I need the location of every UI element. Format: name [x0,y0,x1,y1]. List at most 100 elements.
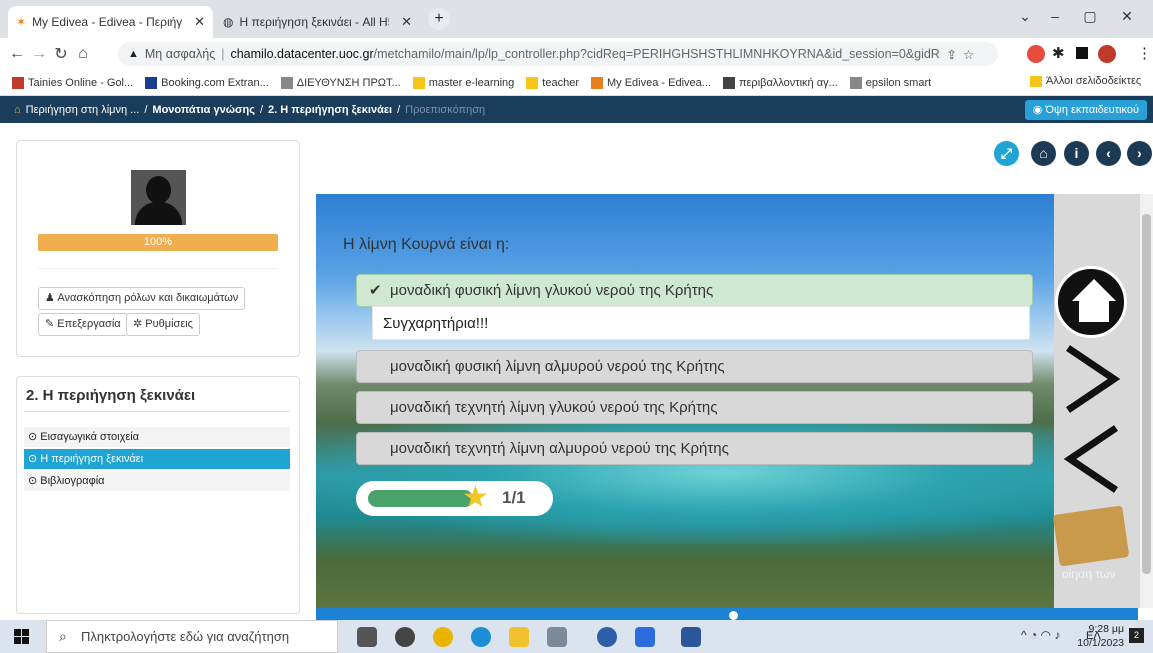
house-shape [1079,300,1109,322]
progress-label: 100% [143,236,173,248]
fullscreen-icon[interactable]: ⤢ [994,141,1019,166]
scrollbar[interactable] [1140,194,1153,608]
forward-icon[interactable]: → [28,45,50,63]
scrollbar-thumb[interactable] [1142,214,1151,574]
bookmark-item[interactable]: ΔΙΕΥΘΥΝΣΗ ΠΡΩΤ... [280,76,401,89]
clock[interactable]: 9:28 μμ 10/1/2023 [1064,622,1124,650]
url-input[interactable]: ▲ Μη ασφαλής | chamilo.datacenter.uoc.gr… [118,42,998,66]
teacher-view-button[interactable]: ◉ Όψη εκπαιδευτικού [1024,100,1147,120]
word-icon[interactable] [681,627,701,647]
avatar [131,170,186,225]
browser-tab-bar: ✶ My Edivea - Edivea - Περιήγηση ✕ ◍ Η π… [0,0,1153,38]
answer-option-4[interactable]: μοναδική τεχνητή λίμνη αλμυρού νερού της… [356,432,1033,465]
edit-button-label: Επεξεργασία [57,318,121,330]
bookmark-label: ΔΙΕΥΘΥΝΣΗ ΠΡΩΤ... [296,76,401,89]
bookmark-icon [849,76,862,89]
toc-item-tour[interactable]: ⊙ Η περιήγηση ξεκινάει [24,449,290,469]
edit-button[interactable]: ✎ Επεξεργασία [38,313,128,336]
answer-text: μοναδική φυσική λίμνη γλυκού νερού της Κ… [390,282,714,299]
tab-my-edivea[interactable]: ✶ My Edivea - Edivea - Περιήγηση ✕ [8,6,213,38]
system-tray-icons[interactable]: ^ ◔ ◠ ♪ [1021,628,1060,642]
windows-taskbar: ⌕ Πληκτρολογήστε εδώ για αναζήτηση ^ ◔ ◠… [0,620,1153,653]
previous-icon[interactable]: ‹ [1096,141,1121,166]
taskbar-search-input[interactable]: ⌕ Πληκτρολογήστε εδώ για αναζήτηση [46,620,338,653]
breadcrumb-item[interactable]: Μονοπάτια γνώσης [152,104,255,116]
other-bookmarks[interactable]: Άλλοι σελιδοδείκτες [1030,75,1141,87]
task-view-icon[interactable] [357,627,377,647]
tab-h5p[interactable]: ◍ Η περιήγηση ξεκινάει - All H5P C ✕ [215,6,420,38]
notebook-icon[interactable] [1052,505,1130,567]
roles-button[interactable]: ♟ Ανασκόπηση ρόλων και δικαιωμάτων [38,287,246,310]
close-tab-icon[interactable]: ✕ [401,14,412,30]
edge-icon[interactable] [471,627,491,647]
scene-next-icon[interactable] [1062,344,1122,414]
divider [38,268,278,269]
back-icon[interactable]: ← [6,45,28,63]
other-bookmarks-label: Άλλοι σελιδοδείκτες [1046,75,1142,87]
feedback-message: Συγχαρητήρια!!! [372,306,1030,340]
chrome-icon[interactable] [433,627,453,647]
reload-icon[interactable]: ↻ [50,44,72,64]
settings-button-label: Ρυθμίσεις [145,318,193,330]
bookmark-item[interactable]: Tainies Online - Gol... [12,76,133,89]
bookmark-label: teacher [542,76,579,89]
breadcrumb-item[interactable]: 2. Η περιήγηση ξεκινάει [268,104,392,116]
score-fill [368,490,473,507]
slide-position-dot[interactable] [729,611,738,620]
info-icon[interactable]: i [1064,141,1089,166]
close-window-button[interactable]: ✕ [1112,8,1142,25]
bookmark-item[interactable]: epsilon smart [849,76,932,89]
bookmark-item[interactable]: My Edivea - Edivea... [591,76,711,89]
toc-item-intro[interactable]: ⊙ Εισαγωγικά στοιχεία [24,427,290,447]
settings-taskbar-icon[interactable] [395,627,415,647]
new-tab-button[interactable]: + [428,8,450,30]
home-circle-icon[interactable]: ⌂ [1031,141,1056,166]
roles-button-label: Ανασκόπηση ρόλων και δικαιωμάτων [57,292,239,304]
bookmark-icon [591,76,603,89]
next-icon[interactable]: › [1127,141,1152,166]
scene-previous-icon[interactable] [1062,424,1122,494]
scene-home-icon[interactable] [1055,266,1127,338]
maximize-button[interactable]: ▢ [1075,8,1105,25]
bookmark-label: περιβαλλοντική αγ... [738,76,838,89]
bookmark-star-icon[interactable]: ☆ [963,47,974,62]
adblock-icon[interactable] [1027,45,1045,63]
tab-title: My Edivea - Edivea - Περιήγηση [32,15,183,29]
bookmark-label: epsilon smart [865,76,932,89]
notification-icon[interactable]: 2 [1129,628,1144,643]
check-circle-icon: ⊙ [28,453,38,465]
answer-option-3[interactable]: μοναδική τεχνητή λίμνη γλυκού νερού της … [356,391,1033,424]
tab-search-icon[interactable] [1076,47,1088,59]
bookmark-item[interactable]: περιβαλλοντική αγ... [722,76,838,89]
bookmark-item[interactable]: Booking.com Extran... [145,76,269,89]
sigma-icon[interactable] [597,627,617,647]
settings-button[interactable]: ✲ Ρυθμίσεις [126,313,200,336]
answer-option-2[interactable]: μοναδική φυσική λίμνη αλμυρού νερού της … [356,350,1033,383]
home-icon[interactable]: ⌂ [72,45,94,63]
breadcrumb: ⌂ Περιήγηση στη λίμνη ... / Μονοπάτια γν… [0,96,1153,123]
tab-search-dropdown[interactable]: ⌄ [1010,8,1040,25]
bookmark-icon [12,76,24,89]
profile-icon[interactable] [1098,45,1116,63]
dropbox-icon[interactable] [635,627,655,647]
bookmark-item[interactable]: teacher [526,76,579,89]
avatar-head [146,176,171,204]
star-icon: ★ [462,481,489,514]
minimize-button[interactable]: – [1040,8,1070,24]
toc-item-bibliography[interactable]: ⊙ Βιβλιογραφία [24,471,290,491]
breadcrumb-item[interactable]: Περιήγηση στη λίμνη ... [26,104,140,116]
file-explorer-icon[interactable] [509,627,529,647]
menu-icon[interactable]: ⋮ [1137,44,1152,62]
answer-option-1[interactable]: ✔ μοναδική φυσική λίμνη γλυκού νερού της… [356,274,1033,307]
share-icon[interactable]: ⇪ [946,47,956,62]
roof-shape [1072,279,1116,301]
home-icon[interactable]: ⌂ [14,104,21,116]
breadcrumb-separator: / [259,103,264,116]
folder-icon [1030,75,1042,87]
extension-icon[interactable]: ✱ [1052,44,1065,62]
app-icon[interactable] [547,627,567,647]
windows-start-icon[interactable] [14,629,29,644]
divider: | [221,47,225,61]
close-tab-icon[interactable]: ✕ [194,14,205,30]
bookmark-item[interactable]: master e-learning [412,76,514,89]
